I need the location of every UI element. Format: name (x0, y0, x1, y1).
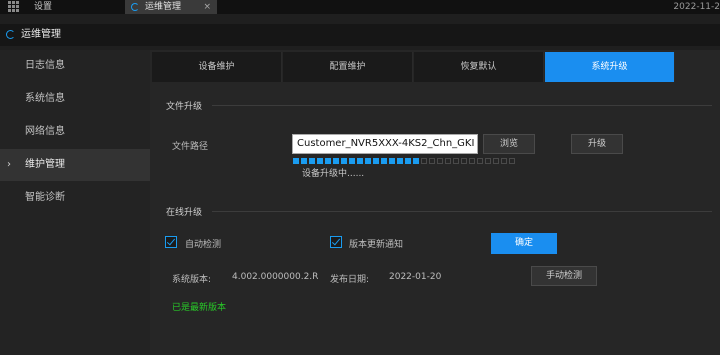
sidebar-item-label: 网络信息 (25, 126, 65, 137)
progress-segment-filled (309, 158, 315, 164)
progress-segment-filled (389, 158, 395, 164)
online-upgrade-title: 在线升级 (166, 208, 203, 218)
progress-segment-filled (405, 158, 411, 164)
version-value: 4.002.0000000.2.R (232, 272, 319, 282)
progress-segment-empty (501, 158, 507, 164)
file-path-input[interactable]: Customer_NVR5XXX-4KS2_Chn_GKI (292, 134, 478, 154)
title-bar: 运维管理 (0, 24, 720, 46)
progress-segment-empty (477, 158, 483, 164)
release-date-value: 2022-01-20 (389, 272, 442, 282)
ops-spinner-icon (6, 30, 15, 39)
tab-config-maintenance[interactable]: 配置维护 (283, 52, 413, 82)
progress-segment-empty (461, 158, 467, 164)
sidebar-item-label: 维护管理 (25, 159, 65, 170)
update-notify-checkbox[interactable] (330, 236, 342, 248)
progress-segment-empty (429, 158, 435, 164)
progress-segment-filled (397, 158, 403, 164)
progress-segment-filled (349, 158, 355, 164)
sidebar-item-log-info[interactable]: 日志信息 (0, 50, 150, 82)
tab-label: 配置维护 (329, 62, 366, 72)
progress-segment-empty (445, 158, 451, 164)
progress-segment-filled (413, 158, 419, 164)
main-panel: 设备维护 配置维护 恢复默认 系统升级 文件升级 文件路径 Customer_N… (150, 50, 720, 355)
update-notify-label: 版本更新通知 (349, 240, 404, 250)
version-label: 系统版本: (172, 275, 212, 285)
tab-system-upgrade[interactable]: 系统升级 (545, 52, 675, 82)
top-bar: 设置 运维管理 × 2022-11-2 (0, 0, 720, 14)
progress-segment-filled (325, 158, 331, 164)
upgrade-button[interactable]: 升级 (571, 134, 623, 154)
tab-ops-label: 运维管理 (145, 2, 182, 12)
progress-segment-filled (357, 158, 363, 164)
tab-restore-default[interactable]: 恢复默认 (414, 52, 544, 82)
tab-ops-management[interactable]: 运维管理 × (125, 0, 217, 14)
sidebar-item-smart-diagnosis[interactable]: 智能诊断 (0, 182, 150, 214)
close-icon[interactable]: × (203, 0, 211, 14)
tab-label: 系统升级 (591, 62, 628, 72)
progress-segment-filled (317, 158, 323, 164)
up-to-date-status: 已是最新版本 (172, 303, 227, 313)
progress-segment-filled (381, 158, 387, 164)
upgrade-progress-bar (293, 158, 515, 164)
progress-segment-filled (373, 158, 379, 164)
upgrade-status-text: 设备升级中...... (302, 169, 365, 179)
progress-segment-empty (469, 158, 475, 164)
date-display: 2022-11-2 (673, 2, 720, 12)
auto-check-label: 自动检测 (185, 240, 222, 250)
divider (212, 211, 712, 212)
progress-segment-empty (453, 158, 459, 164)
tab-settings-label: 设置 (34, 2, 53, 12)
progress-segment-filled (333, 158, 339, 164)
progress-segment-empty (421, 158, 427, 164)
progress-segment-empty (437, 158, 443, 164)
divider (212, 105, 712, 106)
sidebar-item-label: 日志信息 (25, 60, 65, 71)
file-upgrade-title: 文件升级 (166, 102, 203, 112)
grid-menu-icon[interactable] (8, 1, 20, 12)
sidebar-item-label: 系统信息 (25, 93, 65, 104)
sidebar-item-maintenance[interactable]: › 维护管理 (0, 149, 150, 181)
release-date-label: 发布日期: (330, 275, 370, 285)
page-title: 运维管理 (21, 29, 61, 40)
manual-check-button[interactable]: 手动检测 (531, 266, 597, 286)
progress-segment-empty (493, 158, 499, 164)
loading-spinner-icon (131, 3, 139, 11)
progress-segment-filled (365, 158, 371, 164)
tab-device-maintenance[interactable]: 设备维护 (152, 52, 282, 82)
tab-label: 设备维护 (198, 62, 235, 72)
progress-segment-empty (509, 158, 515, 164)
progress-segment-filled (293, 158, 299, 164)
progress-segment-filled (341, 158, 347, 164)
sidebar-item-label: 智能诊断 (25, 192, 65, 203)
confirm-button[interactable]: 确定 (491, 233, 557, 254)
sidebar-item-network-info[interactable]: 网络信息 (0, 116, 150, 148)
chevron-right-icon: › (7, 159, 11, 170)
progress-segment-empty (485, 158, 491, 164)
tab-label: 恢复默认 (460, 62, 497, 72)
tab-settings[interactable]: 设置 (24, 0, 124, 14)
browse-button[interactable]: 浏览 (483, 134, 535, 154)
auto-check-checkbox[interactable] (165, 236, 177, 248)
sidebar: 日志信息 系统信息 网络信息 › 维护管理 智能诊断 (0, 50, 150, 355)
sidebar-item-system-info[interactable]: 系统信息 (0, 83, 150, 115)
file-path-label: 文件路径 (172, 142, 209, 152)
progress-segment-filled (301, 158, 307, 164)
